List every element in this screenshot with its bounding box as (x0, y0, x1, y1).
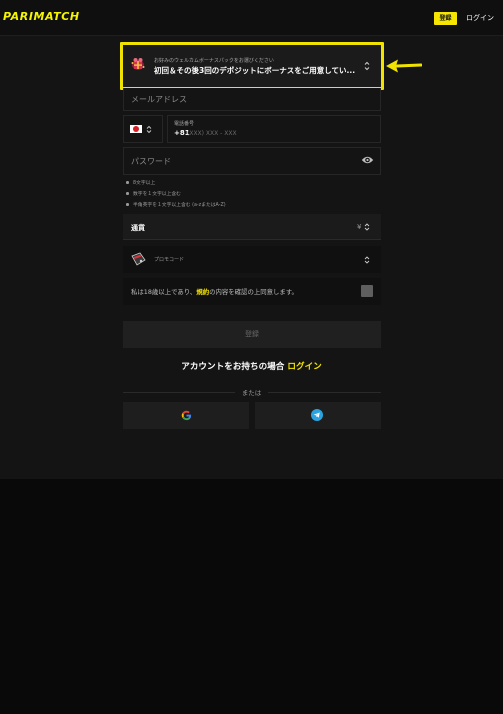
highlight-box (120, 42, 384, 90)
password-placeholder: パスワード (131, 157, 171, 166)
terms-text-before: 私は18歳以上であり、 (131, 288, 197, 296)
chevron-updown-icon (146, 125, 152, 134)
phone-field[interactable] (167, 115, 381, 143)
promo-ticket-icon (131, 252, 146, 266)
arrow-left-icon (386, 59, 422, 73)
promo-code-label: プロモコード (154, 257, 185, 263)
google-icon (181, 410, 192, 421)
terms-checkbox[interactable] (361, 285, 373, 297)
country-code-select[interactable] (123, 115, 163, 143)
eye-icon[interactable] (361, 155, 374, 165)
submit-register-button[interactable]: 登録 (123, 321, 381, 348)
currency-symbol: ¥ (357, 223, 362, 231)
phone-label: 電話番号 (174, 121, 195, 127)
password-rule: 8文字以上 (126, 179, 155, 186)
email-placeholder: メールアドレス (131, 95, 187, 104)
login-prompt-text: アカウントをお持ちの場合 (181, 362, 285, 372)
password-rule: 数字を１文字以上含む (126, 190, 181, 197)
login-prompt: アカウントをお持ちの場合 ログイン (0, 360, 503, 372)
register-button[interactable]: 登録 (434, 12, 457, 25)
parimatch-logo[interactable]: PARIMATCH (3, 10, 80, 23)
terms-text: 私は18歳以上であり、規約の内容を確認の上同意します。 (131, 287, 298, 296)
telegram-icon (311, 409, 323, 421)
page-footer-area (0, 479, 503, 714)
currency-select[interactable] (123, 214, 381, 240)
japan-flag-icon (130, 125, 142, 133)
password-rule: 半角英字を１文字以上含む (a-zまたはA-Z) (126, 201, 226, 208)
terms-link[interactable]: 規約 (196, 288, 209, 296)
phone-placeholder: (XXX) XXX - XXX (187, 130, 237, 137)
login-link[interactable]: ログイン (287, 362, 321, 372)
chevron-updown-icon (364, 223, 370, 231)
chevron-updown-icon (364, 256, 370, 264)
terms-text-after: の内容を確認の上同意します。 (209, 288, 298, 296)
or-label: または (241, 389, 262, 397)
login-button[interactable]: ログイン (466, 12, 494, 25)
currency-label: 通貨 (131, 224, 145, 232)
page: PARIMATCH 登録 ログイン お好みのウェルカムボーナスパックをお選びくだ… (0, 0, 503, 714)
